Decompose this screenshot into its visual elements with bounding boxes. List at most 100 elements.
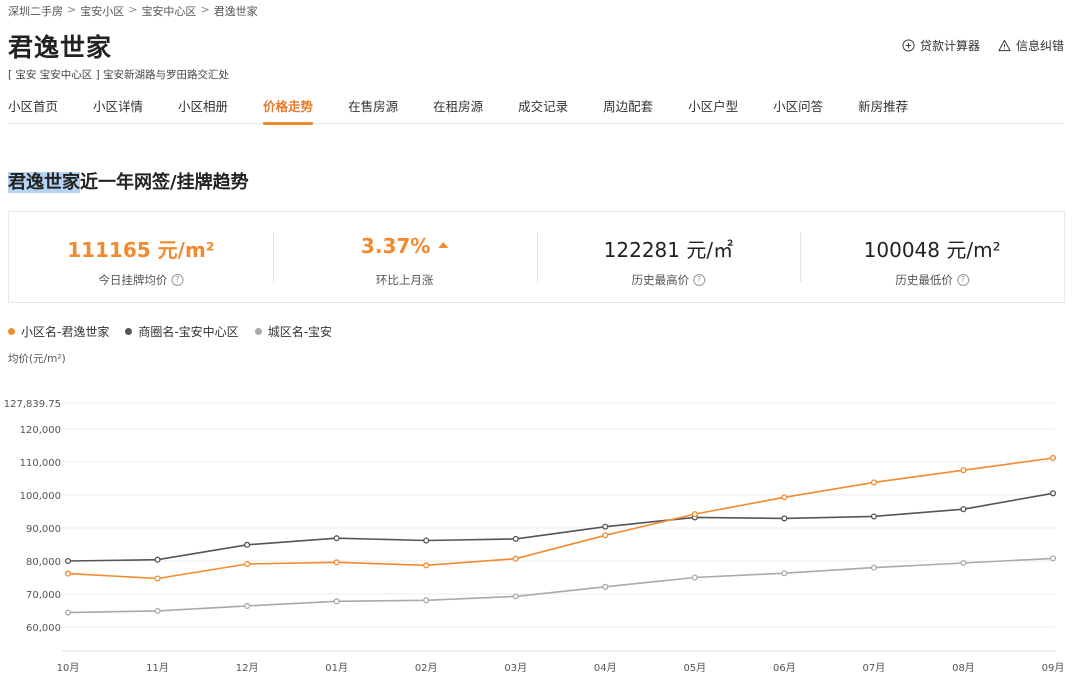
section-title: 君逸世家近一年网签/挂牌趋势 bbox=[8, 168, 249, 194]
tab-2[interactable]: 小区相册 bbox=[178, 96, 228, 124]
stats-panel: 111165 元/m² 今日挂牌均价 ? 3.37% 环比上月涨 122281 … bbox=[8, 211, 1065, 303]
breadcrumb-separator: > bbox=[200, 3, 210, 16]
data-point bbox=[512, 535, 519, 542]
data-point bbox=[781, 515, 788, 522]
legend-item-1[interactable]: 商圈名-宝安中心区 bbox=[125, 323, 239, 340]
data-point bbox=[781, 494, 788, 501]
tab-5[interactable]: 在租房源 bbox=[433, 96, 483, 124]
x-tick-label: 12月 bbox=[236, 662, 259, 674]
data-point bbox=[781, 570, 788, 577]
hist-high-label-row: 历史最高价 ? bbox=[632, 272, 706, 288]
x-tick-label: 09月 bbox=[1042, 662, 1065, 674]
tab-9[interactable]: 小区问答 bbox=[773, 96, 823, 124]
x-tick-label: 11月 bbox=[146, 662, 169, 674]
mom-change-label-row: 环比上月涨 bbox=[376, 272, 434, 288]
listing-avg-label-row: 今日挂牌均价 ? bbox=[98, 272, 184, 288]
series-line-1 bbox=[67, 492, 1054, 562]
mom-change-value: 3.37% bbox=[360, 234, 431, 258]
tab-3[interactable]: 价格走势 bbox=[263, 96, 314, 125]
data-point bbox=[154, 607, 161, 614]
breadcrumb: 深圳二手房 > 宝安小区 > 宝安中心区 > 君逸世家 bbox=[8, 3, 258, 19]
data-point bbox=[1049, 555, 1057, 562]
data-point bbox=[691, 574, 698, 581]
x-tick-label: 03月 bbox=[504, 662, 527, 674]
stat-hist-low: 100048 元/m² 历史最低价 ? bbox=[800, 212, 1064, 302]
legend-dot bbox=[8, 328, 15, 335]
data-point bbox=[64, 609, 72, 616]
legend-label: 商圈名-宝安中心区 bbox=[138, 325, 239, 339]
data-point bbox=[154, 575, 161, 582]
data-point bbox=[602, 583, 609, 590]
data-point bbox=[333, 535, 340, 542]
x-tick-label: 02月 bbox=[415, 662, 438, 674]
breadcrumb-item-baoan[interactable]: 宝安小区 bbox=[80, 3, 124, 19]
series-line-2 bbox=[67, 557, 1054, 614]
legend-item-0[interactable]: 小区名-君逸世家 bbox=[8, 323, 109, 340]
stat-hist-high: 122281 元/㎡ 历史最高价 ? bbox=[536, 212, 801, 302]
x-tick-label: 05月 bbox=[683, 662, 706, 674]
data-point bbox=[333, 559, 340, 566]
x-tick-label: 01月 bbox=[325, 662, 348, 674]
data-point bbox=[244, 602, 251, 609]
y-tick-label: 80,000 bbox=[26, 557, 61, 568]
x-tick-label: 10月 bbox=[57, 662, 80, 674]
data-point bbox=[602, 532, 609, 539]
breadcrumb-item-current: 君逸世家 bbox=[213, 5, 258, 18]
report-error-button[interactable]: 信息纠错 bbox=[998, 37, 1064, 54]
hist-high-value: 122281 元/㎡ bbox=[603, 238, 734, 262]
mom-change-row: 3.37% bbox=[360, 234, 449, 258]
data-point bbox=[960, 506, 967, 513]
data-point bbox=[244, 541, 251, 548]
data-point bbox=[423, 537, 430, 544]
data-point bbox=[960, 467, 967, 474]
y-tick-label: 110,000 bbox=[20, 458, 61, 469]
tab-1[interactable]: 小区详情 bbox=[93, 96, 143, 124]
data-point bbox=[244, 560, 251, 568]
help-icon[interactable]: ? bbox=[171, 274, 184, 286]
breadcrumb-item-sz[interactable]: 深圳二手房 bbox=[8, 3, 63, 19]
community-address: [ 宝安 宝安中心区 ] 宝安新湖路与罗田路交汇处 bbox=[8, 69, 230, 81]
data-point bbox=[64, 570, 72, 577]
plus-circle-icon bbox=[902, 39, 915, 52]
tab-7[interactable]: 周边配套 bbox=[603, 96, 653, 124]
data-point bbox=[870, 513, 877, 520]
listing-avg-label: 今日挂牌均价 bbox=[98, 273, 168, 287]
tab-6[interactable]: 成交记录 bbox=[518, 96, 568, 124]
y-tick-label: 100,000 bbox=[20, 491, 61, 502]
breadcrumb-item-center[interactable]: 宝安中心区 bbox=[141, 3, 196, 19]
data-point bbox=[154, 556, 161, 563]
section-title-highlight: 君逸世家 bbox=[8, 172, 80, 193]
loan-calculator-button[interactable]: 贷款计算器 bbox=[902, 37, 980, 54]
tab-4[interactable]: 在售房源 bbox=[348, 96, 398, 124]
help-icon[interactable]: ? bbox=[693, 274, 706, 286]
data-point bbox=[64, 557, 72, 565]
tab-0[interactable]: 小区首页 bbox=[8, 96, 58, 124]
data-point bbox=[960, 559, 967, 567]
report-error-label: 信息纠错 bbox=[1015, 39, 1064, 53]
header-tools: 贷款计算器 信息纠错 bbox=[902, 37, 1064, 54]
data-point bbox=[1049, 454, 1057, 462]
hist-low-value: 100048 元/m² bbox=[863, 238, 1001, 262]
listing-avg-value: 111165 元/m² bbox=[67, 238, 215, 262]
series-line-0 bbox=[67, 457, 1054, 580]
tab-10[interactable]: 新房推荐 bbox=[858, 96, 908, 124]
section-title-rest: 近一年网签/挂牌趋势 bbox=[80, 172, 249, 193]
y-tick-label: 90,000 bbox=[26, 524, 61, 535]
y-tick-label: 120,000 bbox=[20, 425, 61, 436]
up-arrow-icon bbox=[438, 242, 449, 248]
help-icon[interactable]: ? bbox=[956, 274, 969, 286]
data-point bbox=[691, 511, 698, 518]
breadcrumb-separator: > bbox=[67, 3, 77, 16]
tab-8[interactable]: 小区户型 bbox=[688, 96, 738, 124]
chart-legend: 小区名-君逸世家 商圈名-宝安中心区 城区名-宝安 bbox=[8, 323, 332, 340]
data-point bbox=[512, 555, 519, 562]
data-point bbox=[512, 593, 519, 600]
data-point bbox=[602, 523, 609, 530]
legend-label: 城区名-宝安 bbox=[267, 325, 333, 339]
tab-bar: 小区首页 小区详情 小区相册 价格走势 在售房源 在租房源 成交记录 周边配套 小区户型 小区问答… bbox=[8, 96, 1064, 125]
y-tick-label: 70,000 bbox=[26, 590, 61, 601]
data-point bbox=[870, 479, 877, 486]
legend-item-2[interactable]: 城区名-宝安 bbox=[254, 323, 333, 340]
legend-label: 小区名-君逸世家 bbox=[21, 325, 110, 339]
loan-calculator-label: 贷款计算器 bbox=[919, 39, 980, 53]
